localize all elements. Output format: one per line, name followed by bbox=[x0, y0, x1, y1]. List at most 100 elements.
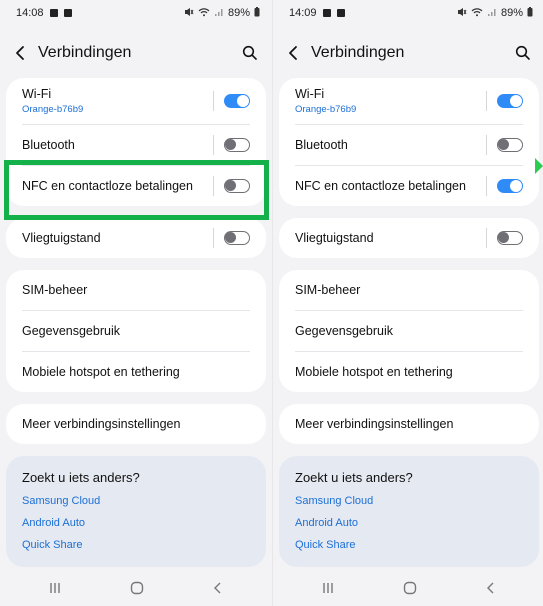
battery-icon bbox=[254, 6, 260, 20]
row-separator bbox=[213, 135, 214, 155]
flight-mode-toggle[interactable] bbox=[224, 231, 250, 245]
connections-card: Wi-Fi Orange-b76b9 Bluetooth NFC en cont… bbox=[279, 78, 539, 206]
quick-share-link[interactable]: Quick Share bbox=[22, 539, 250, 551]
phone-screen-before: 14:08 89% Verbindingen Wi-Fi Orange-b76b… bbox=[0, 0, 272, 606]
toggle-knob bbox=[510, 95, 522, 107]
suggestions-card: Zoekt u iets anders? Samsung Cloud Andro… bbox=[6, 456, 266, 567]
toggle-knob bbox=[510, 180, 522, 192]
wifi-status-icon bbox=[198, 7, 210, 20]
signal-icon bbox=[487, 7, 497, 20]
samsung-cloud-link[interactable]: Samsung Cloud bbox=[22, 495, 250, 507]
wifi-status-icon bbox=[471, 7, 483, 20]
app-header: Verbindingen bbox=[0, 26, 272, 80]
toggle-knob bbox=[225, 180, 236, 191]
home-icon[interactable] bbox=[130, 581, 144, 595]
bluetooth-label: Bluetooth bbox=[22, 138, 75, 152]
nfc-label: NFC en contactloze betalingen bbox=[22, 179, 193, 193]
row-separator bbox=[213, 176, 214, 196]
nfc-toggle[interactable] bbox=[497, 179, 523, 193]
bluetooth-toggle[interactable] bbox=[224, 138, 250, 152]
wifi-toggle[interactable] bbox=[497, 94, 523, 108]
row-separator bbox=[486, 228, 487, 248]
nfc-row[interactable]: NFC en contactloze betalingen bbox=[279, 166, 539, 206]
bluetooth-row[interactable]: Bluetooth bbox=[6, 125, 266, 165]
toggle-knob bbox=[225, 139, 236, 150]
recent-apps-icon[interactable] bbox=[321, 582, 335, 594]
back-arrow-icon[interactable] bbox=[14, 45, 28, 61]
message-notification-icon bbox=[63, 9, 72, 17]
nfc-toggle[interactable] bbox=[224, 179, 250, 193]
navigation-bar bbox=[273, 570, 543, 606]
bluetooth-label: Bluetooth bbox=[295, 138, 348, 152]
row-separator bbox=[486, 176, 487, 196]
phone-screen-after: 14:09 89% Verbindingen Wi-Fi Orange-b76b… bbox=[272, 0, 543, 606]
more-settings-row[interactable]: Meer verbindingsinstellingen bbox=[279, 404, 539, 444]
data-usage-label: Gegevensgebruik bbox=[295, 324, 393, 338]
status-bar: 14:09 89% bbox=[273, 0, 543, 26]
flight-mode-row[interactable]: Vliegtuigstand bbox=[279, 218, 539, 258]
nfc-row[interactable]: NFC en contactloze betalingen bbox=[6, 166, 266, 206]
quick-share-link[interactable]: Quick Share bbox=[295, 539, 523, 551]
toggle-knob bbox=[225, 232, 236, 243]
suggestions-title: Zoekt u iets anders? bbox=[22, 470, 140, 485]
management-card: SIM-beheer Gegevensgebruik Mobiele hotsp… bbox=[6, 270, 266, 392]
toggle-knob bbox=[237, 95, 249, 107]
more-settings-card: Meer verbindingsinstellingen bbox=[6, 404, 266, 444]
wifi-label: Wi-Fi bbox=[295, 87, 325, 101]
status-time: 14:08 bbox=[16, 7, 44, 19]
data-usage-row[interactable]: Gegevensgebruik bbox=[279, 311, 539, 351]
mute-icon bbox=[184, 7, 194, 20]
nav-back-icon[interactable] bbox=[212, 581, 224, 595]
more-settings-label: Meer verbindingsinstellingen bbox=[22, 417, 181, 431]
battery-percentage: 89% bbox=[500, 7, 523, 19]
toggle-knob bbox=[498, 139, 509, 150]
sim-row[interactable]: SIM-beheer bbox=[6, 270, 266, 310]
android-auto-link[interactable]: Android Auto bbox=[22, 517, 250, 529]
row-separator bbox=[213, 228, 214, 248]
android-auto-link[interactable]: Android Auto bbox=[295, 517, 523, 529]
row-separator bbox=[213, 91, 214, 111]
flight-mode-row[interactable]: Vliegtuigstand bbox=[6, 218, 266, 258]
suggestions-card: Zoekt u iets anders? Samsung Cloud Andro… bbox=[279, 456, 539, 567]
row-separator bbox=[486, 135, 487, 155]
battery-percentage: 89% bbox=[227, 7, 250, 19]
bluetooth-row[interactable]: Bluetooth bbox=[279, 125, 539, 165]
flight-mode-card: Vliegtuigstand bbox=[279, 218, 539, 258]
search-icon[interactable] bbox=[515, 45, 531, 61]
photo-notification-icon bbox=[49, 9, 58, 17]
data-usage-row[interactable]: Gegevensgebruik bbox=[6, 311, 266, 351]
photo-notification-icon bbox=[322, 9, 331, 17]
wifi-toggle[interactable] bbox=[224, 94, 250, 108]
hotspot-row[interactable]: Mobiele hotspot en tethering bbox=[279, 352, 539, 392]
wifi-row[interactable]: Wi-Fi Orange-b76b9 bbox=[279, 78, 539, 124]
more-settings-row[interactable]: Meer verbindingsinstellingen bbox=[6, 404, 266, 444]
comparison-view: 14:08 89% Verbindingen Wi-Fi Orange-b76b… bbox=[0, 0, 543, 606]
status-time: 14:09 bbox=[289, 7, 317, 19]
flight-mode-label: Vliegtuigstand bbox=[295, 231, 374, 245]
samsung-cloud-link[interactable]: Samsung Cloud bbox=[295, 495, 523, 507]
nav-back-icon[interactable] bbox=[485, 581, 497, 595]
sim-label: SIM-beheer bbox=[295, 283, 361, 297]
battery-icon bbox=[527, 6, 533, 20]
home-icon[interactable] bbox=[403, 581, 417, 595]
sim-row[interactable]: SIM-beheer bbox=[279, 270, 539, 310]
navigation-bar bbox=[0, 570, 272, 606]
page-title: Verbindingen bbox=[311, 44, 405, 61]
wifi-network-name: Orange-b76b9 bbox=[295, 104, 357, 115]
toggle-knob bbox=[498, 232, 509, 243]
flight-mode-label: Vliegtuigstand bbox=[22, 231, 101, 245]
recent-apps-icon[interactable] bbox=[48, 582, 62, 594]
nfc-label: NFC en contactloze betalingen bbox=[295, 179, 466, 193]
wifi-row[interactable]: Wi-Fi Orange-b76b9 bbox=[6, 78, 266, 124]
hotspot-row[interactable]: Mobiele hotspot en tethering bbox=[6, 352, 266, 392]
page-title: Verbindingen bbox=[38, 44, 132, 61]
more-settings-label: Meer verbindingsinstellingen bbox=[295, 417, 454, 431]
bluetooth-toggle[interactable] bbox=[497, 138, 523, 152]
data-usage-label: Gegevensgebruik bbox=[22, 324, 120, 338]
back-arrow-icon[interactable] bbox=[287, 45, 301, 61]
search-icon[interactable] bbox=[242, 45, 258, 61]
flight-mode-toggle[interactable] bbox=[497, 231, 523, 245]
status-bar: 14:08 89% bbox=[0, 0, 272, 26]
mute-icon bbox=[457, 7, 467, 20]
hotspot-label: Mobiele hotspot en tethering bbox=[295, 365, 453, 379]
